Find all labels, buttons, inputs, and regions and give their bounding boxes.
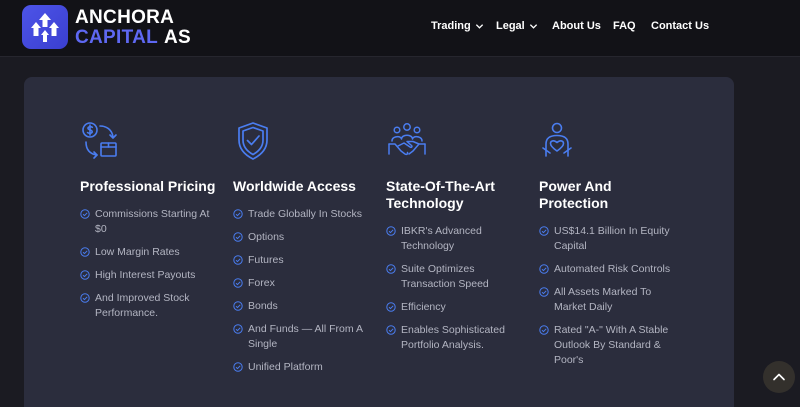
check-circle-icon	[80, 293, 90, 303]
brand-line2-accent: CAPITAL	[75, 27, 159, 48]
logo-badge[interactable]	[22, 5, 68, 49]
list-item-text: Forex	[248, 277, 275, 289]
feature-title-line1: Worldwide Access	[233, 178, 356, 194]
arrows-up-icon	[31, 13, 59, 42]
list-item: Suite Optimizes Transaction Speed	[386, 262, 536, 292]
feature-title-line1: Professional Pricing	[80, 178, 216, 194]
check-circle-icon	[233, 209, 243, 219]
list-item: Automated Risk Controls	[539, 262, 689, 277]
nav-contact-us-label: Contact Us	[651, 20, 710, 32]
check-circle-icon	[386, 325, 396, 335]
list-item-text: And Improved Stock Performance.	[95, 292, 190, 319]
check-circle-icon	[386, 302, 396, 312]
list-item: Enables Sophisticated Portfolio Analysis.	[386, 323, 536, 353]
check-circle-icon	[233, 255, 243, 265]
feature-title: State-Of-The-Art Technology	[386, 178, 536, 212]
list-item: IBKR's Advanced Technology	[386, 224, 536, 254]
nav-faq-label: FAQ	[613, 20, 636, 32]
list-item: And Funds — All From A Single	[233, 322, 383, 352]
handshake-team-icon	[388, 123, 426, 156]
site-header: ANCHORA CAPITAL AS Trading Legal About Us…	[0, 0, 800, 56]
brand-line2-suffix: AS	[164, 27, 192, 48]
feature-title-line1: Power And	[539, 178, 612, 194]
chevron-up-icon	[773, 373, 785, 381]
check-circle-icon	[233, 232, 243, 242]
list-item: Futures	[233, 253, 383, 268]
list-item: Low Margin Rates	[80, 245, 230, 260]
list-item-text: All Assets Marked To Market Daily	[554, 286, 652, 313]
list-item: And Improved Stock Performance.	[80, 291, 230, 321]
list-item-text: US$14.1 Billion In Equity Capital	[554, 225, 670, 252]
header-divider	[0, 56, 800, 57]
list-item: Efficiency	[386, 300, 536, 315]
list-item-text: And Funds — All From A Single	[248, 323, 363, 350]
list-item-text: Bonds	[248, 300, 278, 312]
list-item-text: Commissions Starting At $0	[95, 208, 210, 235]
chevron-down-icon	[475, 23, 483, 29]
list-item-text: Trade Globally In Stocks	[248, 208, 362, 220]
feature-title-line2: Protection	[539, 195, 609, 211]
check-circle-icon	[539, 325, 549, 335]
list-item: Rated "A-" With A Stable Outlook By Stand…	[539, 323, 689, 368]
list-item: Forex	[233, 276, 383, 291]
brand-line2: CAPITAL AS	[75, 28, 191, 48]
feature-title-line2: Technology	[386, 195, 464, 211]
check-circle-icon	[233, 278, 243, 288]
check-circle-icon	[386, 264, 396, 274]
feature-title: Professional Pricing	[80, 178, 230, 195]
list-item: Bonds	[233, 299, 383, 314]
shield-check-icon	[238, 122, 268, 160]
list-item-text: Automated Risk Controls	[554, 263, 671, 275]
nav-faq[interactable]: FAQ	[613, 20, 636, 32]
list-item: Commissions Starting At $0	[80, 207, 230, 237]
list-item-text: Low Margin Rates	[95, 246, 180, 258]
list-item-text: IBKR's Advanced Technology	[401, 225, 482, 252]
list-item: Options	[233, 230, 383, 245]
brand-line1: ANCHORA	[75, 7, 175, 28]
features-panel: Professional Pricing Commissions Startin…	[24, 77, 734, 407]
list-item-text: Unified Platform	[248, 361, 323, 373]
list-item: All Assets Marked To Market Daily	[539, 285, 689, 315]
check-circle-icon	[233, 362, 243, 372]
list-item-text: Suite Optimizes Transaction Speed	[401, 263, 489, 290]
list-item-text: Enables Sophisticated Portfolio Analysis.	[401, 324, 505, 351]
nav-legal[interactable]: Legal	[496, 20, 538, 32]
nav-about-us-label: About Us	[552, 20, 601, 32]
check-circle-icon	[539, 226, 549, 236]
nav-trading-label: Trading	[431, 20, 471, 32]
dollar-exchange-icon	[82, 122, 117, 159]
nav-contact-us[interactable]: Contact Us	[651, 20, 709, 32]
list-item: Unified Platform	[233, 360, 383, 375]
list-item: US$14.1 Billion In Equity Capital	[539, 224, 689, 254]
chevron-down-icon	[529, 23, 537, 29]
check-circle-icon	[386, 226, 396, 236]
nav-trading[interactable]: Trading	[431, 20, 484, 32]
nav-legal-label: Legal	[496, 20, 525, 32]
person-heart-icon	[542, 122, 572, 157]
list-item-text: High Interest Payouts	[95, 269, 196, 281]
feature-title: Power And Protection	[539, 178, 689, 212]
feature-title-line1: State-Of-The-Art	[386, 178, 495, 194]
check-circle-icon	[539, 264, 549, 274]
check-circle-icon	[80, 270, 90, 280]
list-item-text: Rated "A-" With A Stable Outlook By Stand…	[554, 324, 669, 366]
nav-about-us[interactable]: About Us	[552, 20, 601, 32]
list-item: Trade Globally In Stocks	[233, 207, 383, 222]
list-item-text: Options	[248, 231, 285, 243]
check-circle-icon	[233, 324, 243, 334]
feature-title: Worldwide Access	[233, 178, 383, 195]
check-circle-icon	[80, 209, 90, 219]
list-item-text: Efficiency	[401, 301, 446, 313]
list-item-text: Futures	[248, 254, 284, 266]
list-item: High Interest Payouts	[80, 268, 230, 283]
scroll-to-top-button[interactable]	[763, 361, 795, 393]
brand-name[interactable]: ANCHORA CAPITAL AS	[75, 8, 191, 48]
check-circle-icon	[80, 247, 90, 257]
check-circle-icon	[233, 301, 243, 311]
check-circle-icon	[539, 287, 549, 297]
